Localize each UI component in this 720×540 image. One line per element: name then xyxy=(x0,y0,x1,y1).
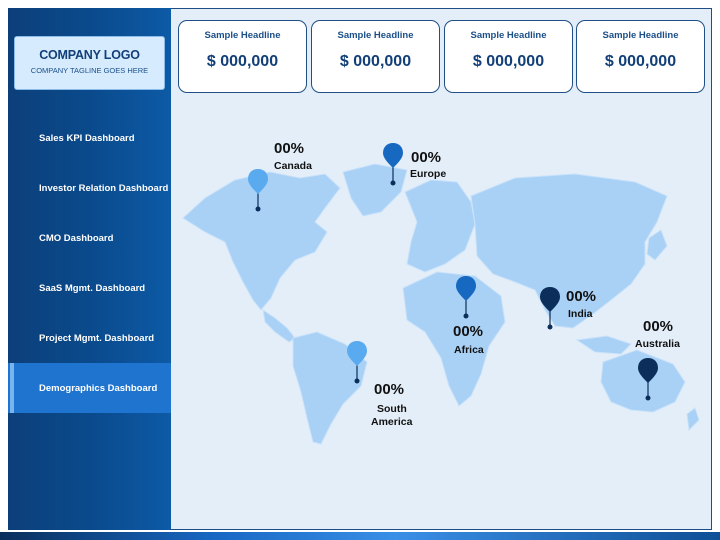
india-label: India xyxy=(568,308,593,320)
south-america-label-line2: America xyxy=(371,416,413,428)
new-zealand-shape xyxy=(686,407,700,432)
india-percent: 00% xyxy=(566,288,597,305)
sidebar-item-label: SaaS Mgmt. Dashboard xyxy=(39,282,146,294)
central-america-shape xyxy=(262,308,296,343)
sidebar-item-label: CMO Dashboard xyxy=(39,232,114,244)
map-pin-icon[interactable] xyxy=(346,340,368,384)
europe-percent: 00% xyxy=(411,149,442,166)
map-pin-icon[interactable] xyxy=(455,275,477,319)
europe-label: Europe xyxy=(410,168,447,180)
map-pin-icon[interactable] xyxy=(382,142,404,186)
sidebar-item-demographics[interactable]: Demographics Dashboard xyxy=(8,363,171,413)
map-pin-icon[interactable] xyxy=(637,357,659,401)
kpi-card-4: Sample Headline $ 000,000 xyxy=(576,20,705,93)
logo-title: COMPANY LOGO xyxy=(39,48,140,62)
australia-percent: 00% xyxy=(643,318,674,335)
africa-percent: 00% xyxy=(453,323,484,340)
kpi-title: Sample Headline xyxy=(602,30,679,41)
indonesia-shape xyxy=(575,335,632,355)
sidebar-item-label: Project Mgmt. Dashboard xyxy=(39,332,155,344)
sidebar-item-label: Demographics Dashboard xyxy=(39,382,158,394)
canada-label: Canada xyxy=(274,160,312,172)
sidebar-item-sales-kpi[interactable]: Sales KPI Dashboard xyxy=(8,113,171,163)
sidebar-item-investor-relation[interactable]: Investor Relation Dashboard xyxy=(8,163,171,213)
sidebar-item-label: Sales KPI Dashboard xyxy=(39,132,135,144)
sidebar-item-saas-mgmt[interactable]: SaaS Mgmt. Dashboard xyxy=(8,263,171,313)
canada-percent: 00% xyxy=(274,140,305,157)
kpi-value: $ 000,000 xyxy=(339,53,412,70)
kpi-title: Sample Headline xyxy=(204,30,281,41)
europe-shape xyxy=(404,179,476,273)
africa-label: Africa xyxy=(454,344,484,356)
kpi-title: Sample Headline xyxy=(337,30,414,41)
logo-tagline: COMPANY TAGLINE GOES HERE xyxy=(30,66,149,75)
company-logo[interactable]: COMPANY LOGO COMPANY TAGLINE GOES HERE xyxy=(14,36,165,90)
bottom-accent-bar xyxy=(0,532,720,540)
map-pin-icon[interactable] xyxy=(247,168,269,212)
kpi-card-2: Sample Headline $ 000,000 xyxy=(311,20,440,93)
australia-label: Australia xyxy=(635,338,680,350)
kpi-value: $ 000,000 xyxy=(604,53,677,70)
south-america-label-line1: South xyxy=(377,403,407,415)
kpi-title: Sample Headline xyxy=(470,30,547,41)
map-pin-icon[interactable] xyxy=(539,286,561,330)
kpi-card-1: Sample Headline $ 000,000 xyxy=(178,20,307,93)
sidebar-item-label: Investor Relation Dashboard xyxy=(39,182,169,194)
sidebar-item-project-mgmt[interactable]: Project Mgmt. Dashboard xyxy=(8,313,171,363)
kpi-card-3: Sample Headline $ 000,000 xyxy=(444,20,573,93)
kpi-value: $ 000,000 xyxy=(206,53,279,70)
sidebar: COMPANY LOGO COMPANY TAGLINE GOES HERE S… xyxy=(8,8,171,530)
south-america-percent: 00% xyxy=(374,381,405,398)
sidebar-item-cmo[interactable]: CMO Dashboard xyxy=(8,213,171,263)
kpi-value: $ 000,000 xyxy=(472,53,545,70)
